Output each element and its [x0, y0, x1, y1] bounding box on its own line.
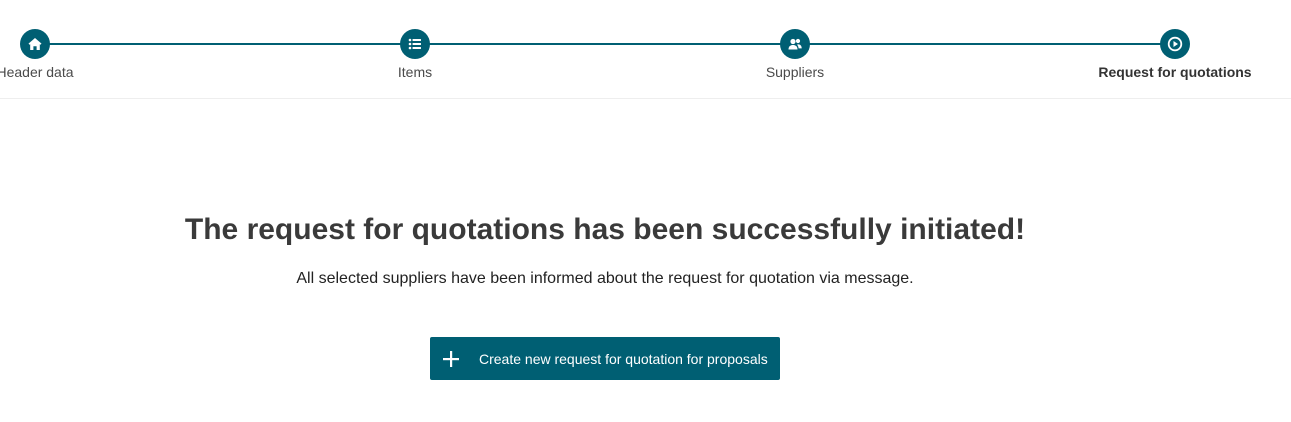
step-label: Suppliers [765, 64, 825, 80]
step-label: Header data [0, 64, 74, 80]
users-icon [780, 29, 810, 59]
step-request-for-quotations[interactable]: Request for quotations [1055, 29, 1291, 80]
step-header-data[interactable]: Header data [0, 29, 155, 80]
create-new-request-label: Create new request for quotation for pro… [479, 350, 768, 367]
home-icon [20, 29, 50, 59]
play-icon [1160, 29, 1190, 59]
step-suppliers[interactable]: Suppliers [675, 29, 915, 80]
list-icon [400, 29, 430, 59]
stepper-connector-line [35, 43, 1175, 45]
progress-stepper: Header data Items Suppliers Request for … [0, 0, 1291, 99]
step-label: Request for quotations [1098, 64, 1252, 80]
create-new-request-button[interactable]: Create new request for quotation for pro… [430, 337, 780, 380]
step-label: Items [397, 64, 433, 80]
plus-icon [430, 337, 472, 380]
success-title: The request for quotations has been succ… [184, 213, 1026, 246]
step-items[interactable]: Items [295, 29, 535, 80]
success-message: All selected suppliers have been informe… [296, 270, 914, 287]
